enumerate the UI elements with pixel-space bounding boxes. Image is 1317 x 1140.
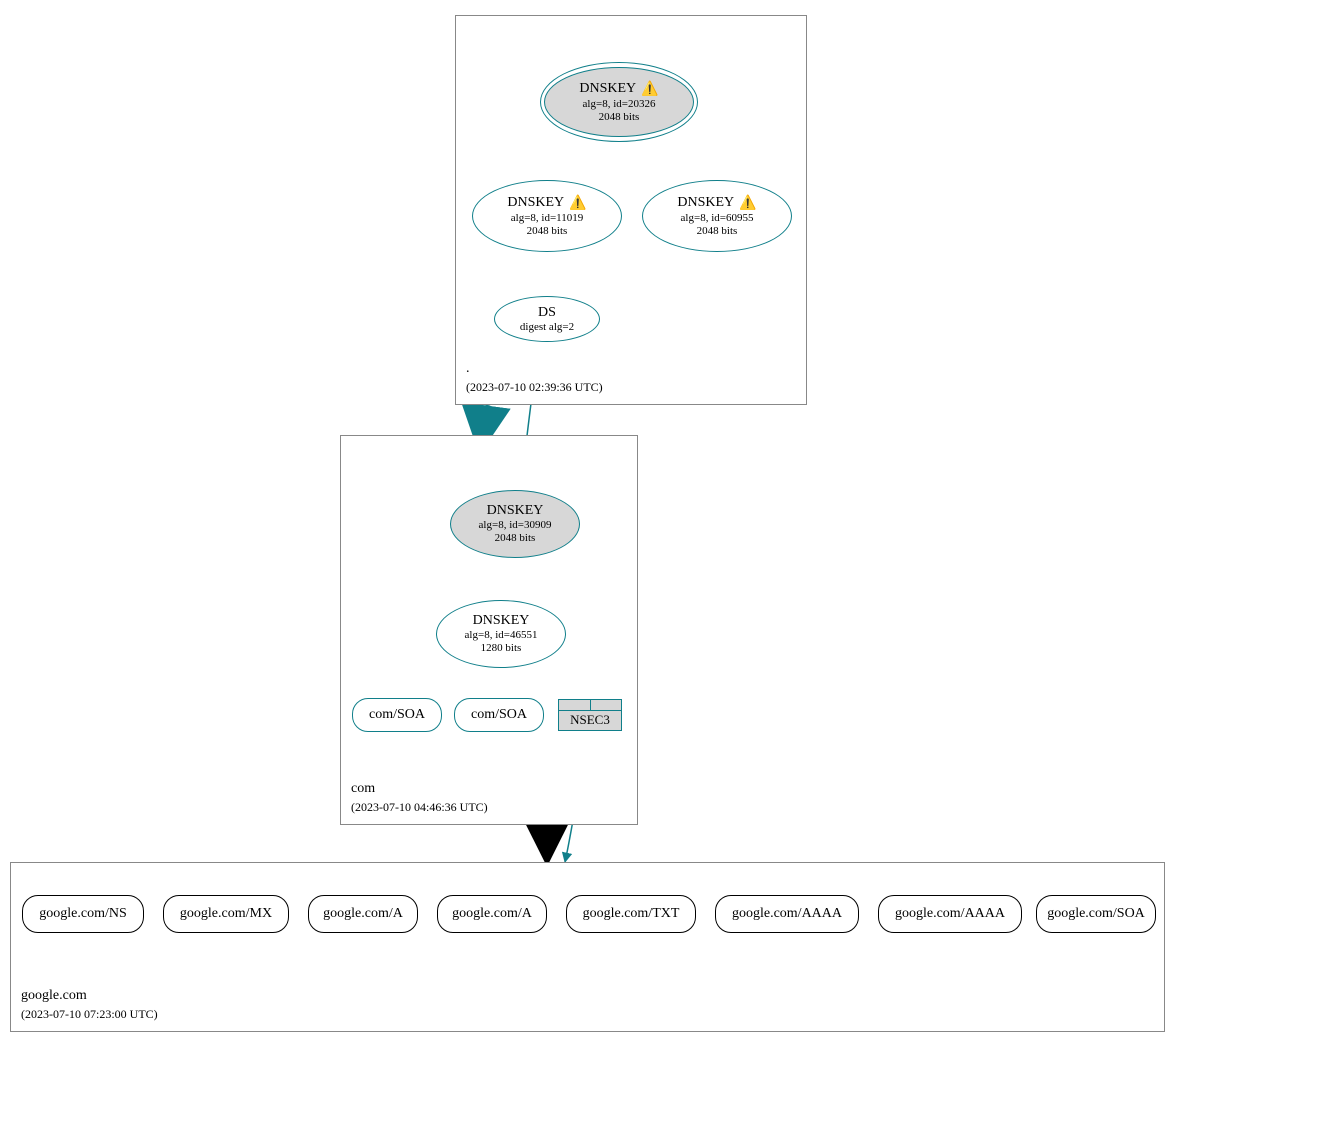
node-google-aaaa1-label: google.com/AAAA	[732, 906, 842, 922]
node-com-zsk-detail1: alg=8, id=46551	[465, 629, 538, 642]
node-com-nsec3-label: NSEC3	[559, 711, 621, 729]
node-root-ksk-title: DNSKEY ⚠️	[579, 81, 658, 98]
node-com-ksk-title: DNSKEY	[487, 503, 544, 519]
node-google-a2-label: google.com/A	[452, 906, 532, 922]
node-root-zsk2-title-text: DNSKEY	[677, 195, 733, 210]
zone-root-label: . (2023-07-10 02:39:36 UTC)	[466, 360, 603, 398]
node-google-ns: google.com/NS	[22, 895, 144, 933]
warning-icon: ⚠️	[641, 82, 658, 98]
node-google-a2: google.com/A	[437, 895, 547, 933]
node-root-zsk1-detail1: alg=8, id=11019	[511, 212, 584, 225]
zone-root-name: .	[466, 361, 470, 376]
node-com-zsk: DNSKEY alg=8, id=46551 1280 bits	[436, 600, 566, 668]
node-google-txt: google.com/TXT	[566, 895, 696, 933]
node-google-ns-label: google.com/NS	[39, 906, 127, 922]
warning-icon: ⚠️	[739, 196, 756, 212]
nsec3-header	[559, 700, 621, 711]
edge-zone-com-to-google	[547, 825, 548, 862]
zone-google: google.com (2023-07-10 07:23:00 UTC)	[10, 862, 1165, 1032]
node-root-ksk-detail1: alg=8, id=20326	[583, 98, 656, 111]
node-root-ds-title: DS	[538, 305, 556, 321]
zone-com-label: com (2023-07-10 04:46:36 UTC)	[351, 780, 488, 818]
node-root-ksk-inner: DNSKEY ⚠️ alg=8, id=20326 2048 bits	[544, 67, 694, 137]
node-com-ksk-detail2: 2048 bits	[495, 532, 536, 545]
zone-google-timestamp: (2023-07-10 07:23:00 UTC)	[21, 1007, 158, 1021]
node-com-soa1-label: com/SOA	[369, 707, 425, 723]
node-com-soa2: com/SOA	[454, 698, 544, 732]
node-com-soa1: com/SOA	[352, 698, 442, 732]
node-root-zsk2: DNSKEY ⚠️ alg=8, id=60955 2048 bits	[642, 180, 792, 252]
dnssec-delegation-diagram: . (2023-07-10 02:39:36 UTC) com (2023-07…	[0, 0, 1317, 1140]
node-google-soa: google.com/SOA	[1036, 895, 1156, 933]
zone-google-label: google.com (2023-07-10 07:23:00 UTC)	[21, 987, 158, 1025]
node-root-zsk1: DNSKEY ⚠️ alg=8, id=11019 2048 bits	[472, 180, 622, 252]
node-root-zsk1-title: DNSKEY ⚠️	[507, 195, 586, 212]
node-google-a1: google.com/A	[308, 895, 418, 933]
node-google-a1-label: google.com/A	[323, 906, 403, 922]
nsec3-header-cell	[559, 700, 591, 710]
node-root-zsk1-title-text: DNSKEY	[507, 195, 563, 210]
node-root-ksk-title-text: DNSKEY	[579, 81, 635, 96]
zone-google-name: google.com	[21, 988, 87, 1003]
node-google-soa-label: google.com/SOA	[1047, 906, 1145, 922]
node-root-zsk2-detail2: 2048 bits	[697, 225, 738, 238]
node-google-aaaa1: google.com/AAAA	[715, 895, 859, 933]
node-root-ds: DS digest alg=2	[494, 296, 600, 342]
zone-com-name: com	[351, 781, 375, 796]
node-com-zsk-title: DNSKEY	[473, 613, 530, 629]
node-google-aaaa2: google.com/AAAA	[878, 895, 1022, 933]
node-root-zsk2-title: DNSKEY ⚠️	[677, 195, 756, 212]
node-google-mx-label: google.com/MX	[180, 906, 272, 922]
node-com-nsec3: NSEC3	[558, 699, 622, 731]
node-com-ksk-detail1: alg=8, id=30909	[479, 519, 552, 532]
node-root-ds-detail1: digest alg=2	[520, 321, 574, 334]
node-root-ksk: DNSKEY ⚠️ alg=8, id=20326 2048 bits	[540, 62, 698, 142]
node-root-zsk1-detail2: 2048 bits	[527, 225, 568, 238]
node-com-soa2-label: com/SOA	[471, 707, 527, 723]
node-google-aaaa2-label: google.com/AAAA	[895, 906, 1005, 922]
node-root-zsk2-detail1: alg=8, id=60955	[681, 212, 754, 225]
warning-icon: ⚠️	[569, 196, 586, 212]
node-com-ksk: DNSKEY alg=8, id=30909 2048 bits	[450, 490, 580, 558]
node-com-zsk-detail2: 1280 bits	[481, 642, 522, 655]
node-google-txt-label: google.com/TXT	[583, 906, 680, 922]
node-root-ksk-detail2: 2048 bits	[599, 111, 640, 124]
zone-com-timestamp: (2023-07-10 04:46:36 UTC)	[351, 800, 488, 814]
node-google-mx: google.com/MX	[163, 895, 289, 933]
nsec3-header-cell	[591, 700, 622, 710]
zone-root-timestamp: (2023-07-10 02:39:36 UTC)	[466, 380, 603, 394]
